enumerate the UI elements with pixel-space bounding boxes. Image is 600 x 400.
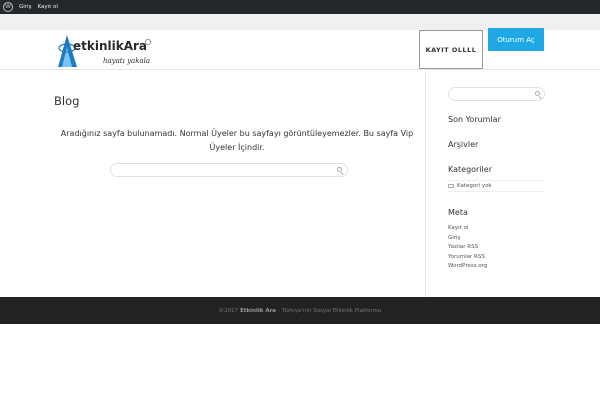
category-item-label: Kategori yok (457, 183, 492, 189)
admin-login-link[interactable]: Giriş (19, 4, 31, 10)
search-icon[interactable] (337, 167, 344, 175)
footer-tagline: - Türkiye'nin Sosyal Etkinlik Platformu (278, 307, 382, 314)
admin-bar: W Giriş Kayıt ol (0, 0, 600, 14)
meta-links: Kayıt ol Giriş Yazılar RSS Yorumlar RSS … (448, 224, 487, 272)
register-button[interactable]: KAYIT OLLLL (419, 30, 483, 69)
not-found-message: Aradığınız sayfa bulunamadı. Normal Üyel… (60, 129, 414, 152)
meta-title: Meta (448, 208, 468, 217)
page-title: Blog (54, 94, 80, 108)
site-header: etkinlikAra hayatı yakala KAYIT OLLLL Ot… (0, 28, 600, 70)
sidebar-search-box (448, 87, 545, 108)
categories-title: Kategoriler (448, 165, 492, 174)
site-footer: ©2017 Etkinlik Ara - Türkiye'nin Sosyal … (0, 297, 600, 324)
meta-link-comments-rss[interactable]: Yorumlar RSS (448, 253, 487, 263)
main-content: Blog Aradığınız sayfa bulunamadı. Normal… (0, 71, 426, 297)
meta-link-login[interactable]: Giriş (448, 234, 487, 244)
sidebar: Son Yorumlar Arşivler Kategoriler Katego… (427, 71, 600, 297)
logo-tagline: hayatı yakala (103, 57, 150, 65)
footer-brand-link[interactable]: Etkinlik Ara (240, 308, 276, 314)
folder-icon (448, 184, 454, 188)
login-button[interactable]: Oturum Aç (488, 28, 544, 51)
list-item: Kategori yok (448, 180, 545, 192)
footer-copyright: ©2017 (218, 307, 239, 314)
wordpress-icon[interactable]: W (3, 2, 13, 12)
recent-comments-title: Son Yorumlar (448, 115, 501, 124)
site-logo[interactable]: etkinlikAra hayatı yakala (55, 33, 155, 69)
logo-text: etkinlikAra (73, 39, 147, 53)
admin-register-link[interactable]: Kayıt ol (37, 4, 57, 10)
meta-link-register[interactable]: Kayıt ol (448, 224, 487, 234)
main-search-input[interactable] (111, 171, 324, 184)
sidebar-search-input[interactable] (449, 95, 535, 108)
archives-title: Arşivler (448, 140, 479, 149)
meta-link-wordpress[interactable]: WordPress.org (448, 262, 487, 272)
main-search-box (110, 163, 348, 184)
search-icon[interactable] (535, 91, 542, 99)
meta-link-posts-rss[interactable]: Yazılar RSS (448, 243, 487, 253)
